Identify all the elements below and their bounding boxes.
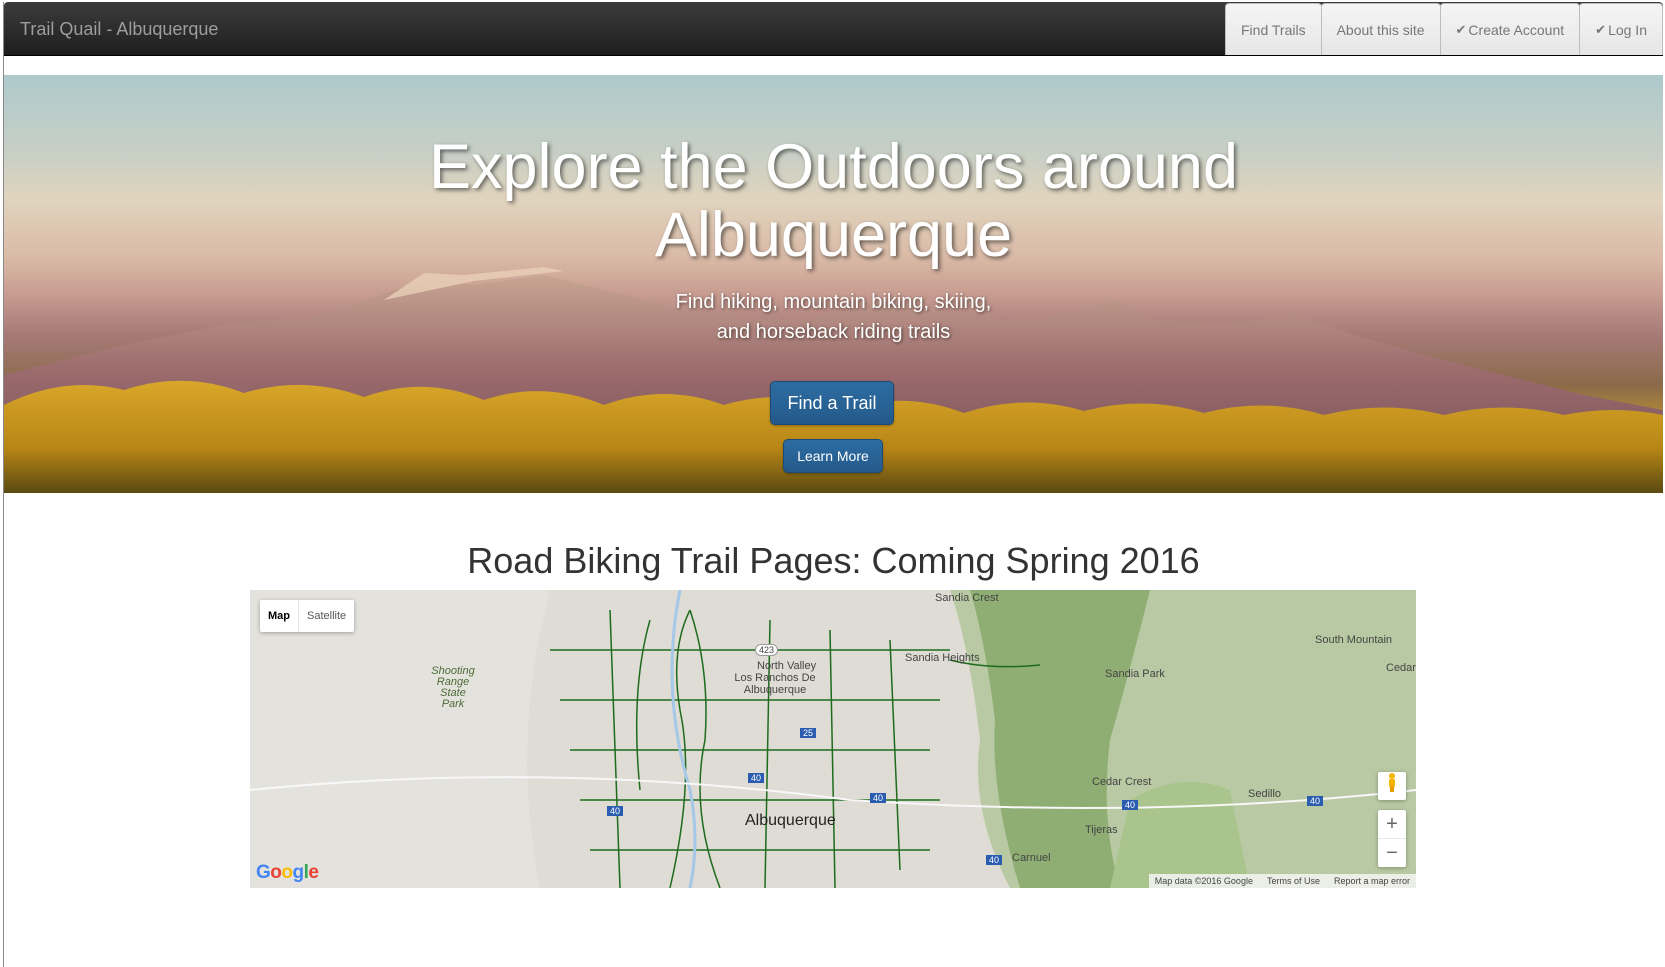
highway-shield: 25 [800, 728, 817, 738]
map-type-satellite[interactable]: Satellite [299, 600, 354, 632]
checkmark-icon: ✔ [1455, 21, 1467, 37]
map-label: Los Ranchos De Albuquerque [734, 672, 816, 696]
highway-shield: 40 [986, 855, 1003, 865]
map-label: Cedar [1386, 662, 1416, 674]
browser-viewport: Trail Quail - Albuquerque Find Trails Ab… [3, 2, 1663, 967]
zoom-out-button[interactable]: − [1378, 839, 1406, 867]
zoom-control: + − [1378, 810, 1406, 867]
highway-shield: 40 [870, 793, 887, 803]
map-label: Cedar Crest [1092, 776, 1152, 788]
street-view-pegman-icon[interactable] [1378, 772, 1406, 800]
map-label: Tijeras [1085, 824, 1118, 836]
highway-shield: 40 [1122, 800, 1139, 810]
nav-find-trails-label: Find Trails [1241, 21, 1306, 38]
highway-shield: 40 [748, 773, 765, 783]
hero-subtitle-line1: Find hiking, mountain biking, skiing, [675, 291, 992, 313]
map-label: South Mountain [1315, 634, 1393, 646]
nav-about-label: About this site [1336, 21, 1425, 38]
map-label: Sandia Park [1105, 668, 1165, 680]
hero-title: Explore the Outdoors around Albuquerque [4, 133, 1663, 269]
map-type-map[interactable]: Map [260, 600, 299, 632]
section-title: Road Biking Trail Pages: Coming Spring 2… [467, 540, 1200, 581]
map-data-text: Map data ©2016 Google [1154, 876, 1253, 886]
nav-links: Find Trails About this site ✔ Create Acc… [1225, 3, 1663, 55]
hero-subtitle-line2: and horseback riding trails [716, 321, 951, 343]
nav-find-trails[interactable]: Find Trails [1225, 3, 1322, 55]
hero-title-line2: Albuquerque [654, 200, 1013, 270]
nav-log-in[interactable]: ✔ Log In [1579, 3, 1663, 55]
brand-link[interactable]: Trail Quail - Albuquerque [20, 19, 218, 40]
hero-title-line1: Explore the Outdoors around [428, 132, 1238, 202]
hero-subtitle: Find hiking, mountain biking, skiing, an… [4, 287, 1663, 347]
nav-create-account-label: Create Account [1468, 21, 1565, 38]
highway-shield: 423 [755, 644, 779, 656]
google-logo[interactable]: Google [256, 862, 319, 884]
nav-create-account[interactable]: ✔ Create Account [1439, 3, 1581, 55]
map-label: Shooting Range State Park [431, 665, 475, 710]
map-tiles [250, 590, 1416, 888]
learn-more-button[interactable]: Learn More [783, 439, 883, 473]
map-label: Sandia Heights [905, 652, 980, 664]
nav-log-in-label: Log In [1608, 21, 1647, 38]
hero-banner: Explore the Outdoors around Albuquerque … [4, 75, 1663, 493]
zoom-in-button[interactable]: + [1378, 810, 1406, 839]
terms-of-use-link[interactable]: Terms of Use [1267, 876, 1320, 886]
map-attribution: Map data ©2016 Google Terms of Use Repor… [1148, 874, 1416, 888]
find-a-trail-button[interactable]: Find a Trail [770, 381, 894, 425]
report-map-error-link[interactable]: Report a map error [1334, 876, 1410, 886]
highway-shield: 40 [607, 806, 624, 816]
trail-map[interactable]: Map Satellite Sandia Crest Sandia Height… [250, 590, 1416, 888]
nav-about[interactable]: About this site [1320, 3, 1441, 55]
map-label: Carnuel [1012, 852, 1051, 864]
map-label: Sandia Crest [935, 592, 999, 604]
top-navbar: Trail Quail - Albuquerque Find Trails Ab… [4, 2, 1663, 56]
map-label: Sedillo [1248, 788, 1282, 800]
checkmark-icon: ✔ [1595, 21, 1607, 37]
map-label: North Valley [757, 660, 817, 672]
map-type-control: Map Satellite [260, 600, 355, 632]
highway-shield: 40 [1307, 796, 1324, 806]
map-label-city: Albuquerque [745, 812, 836, 829]
